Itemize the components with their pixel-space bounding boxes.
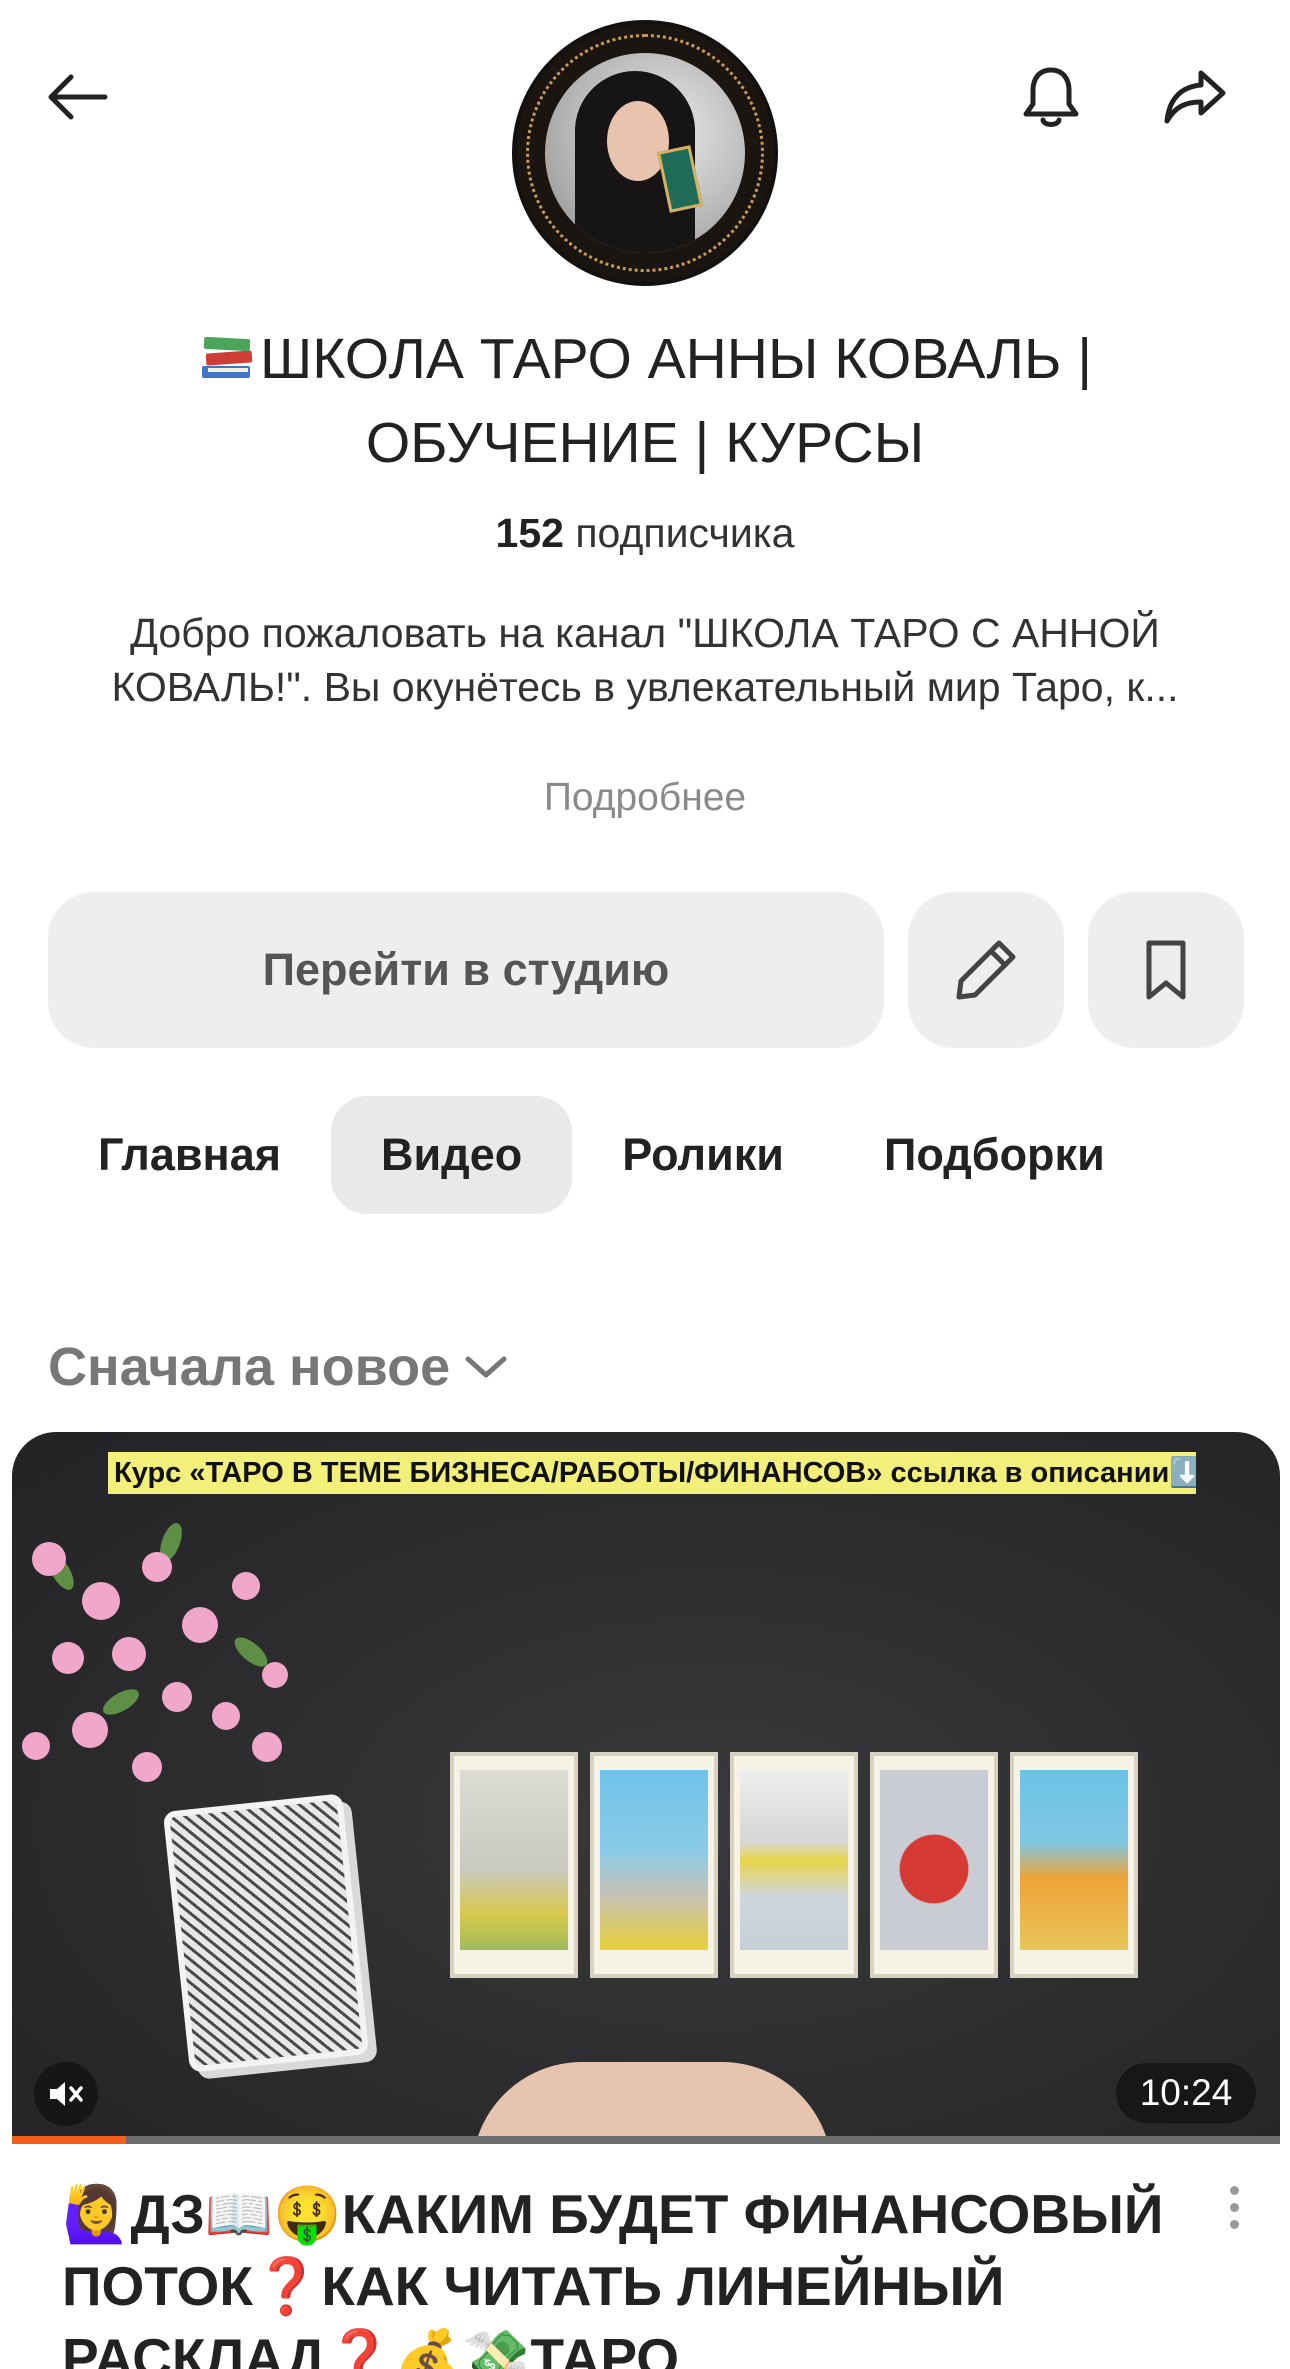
sort-dropdown[interactable]: Сначала новое <box>48 1336 508 1398</box>
tarot-card <box>1010 1752 1138 1978</box>
back-button[interactable] <box>32 52 122 142</box>
tarot-card <box>590 1752 718 1978</box>
chevron-down-icon <box>465 1356 507 1378</box>
mute-button[interactable] <box>34 2062 98 2126</box>
books-emoji-icon <box>198 326 256 404</box>
channel-avatar[interactable] <box>512 20 778 286</box>
video-duration: 10:24 <box>1116 2063 1256 2123</box>
subscriber-number: 152 <box>495 510 564 556</box>
video-card[interactable]: Курс «ТАРО В ТЕМЕ БИЗНЕСА/РАБОТЫ/ФИНАНСО… <box>12 1432 1280 2369</box>
bell-icon <box>1023 67 1079 127</box>
video-title[interactable]: 🙋‍♀️ДЗ📖🤑КАКИМ БУДЕТ ФИНАНСОВЫЙ ПОТОК❓КАК… <box>62 2178 1182 2369</box>
subscriber-label: подписчика <box>563 510 795 556</box>
tab-videos[interactable]: Видео <box>331 1096 573 1214</box>
watch-progress-fill <box>12 2136 127 2144</box>
tab-shorts[interactable]: Ролики <box>572 1096 834 1214</box>
sort-label: Сначала новое <box>48 1337 451 1397</box>
thumbnail-banner: Курс «ТАРО В ТЕМЕ БИЗНЕСА/РАБОТЫ/ФИНАНСО… <box>108 1452 1196 1494</box>
arrow-left-icon <box>48 74 108 120</box>
channel-tabs: Главная Видео Ролики Подборки <box>48 1096 1155 1214</box>
muted-speaker-icon <box>50 2082 83 2106</box>
tarot-card <box>730 1752 858 1978</box>
bookmark-icon <box>1146 940 1186 1000</box>
tab-main[interactable]: Главная <box>48 1096 331 1214</box>
video-menu-button[interactable] <box>1214 2172 1254 2242</box>
tarot-card <box>450 1752 578 1978</box>
hands-image <box>472 2062 832 2144</box>
notifications-button[interactable] <box>1006 52 1096 142</box>
subscriber-count: 152 подписчика <box>0 510 1290 557</box>
watch-progress-bar <box>12 2136 1280 2144</box>
tab-playlists[interactable]: Подборки <box>834 1096 1155 1214</box>
video-thumbnail[interactable]: Курс «ТАРО В ТЕМЕ БИЗНЕСА/РАБОТЫ/ФИНАНСО… <box>12 1432 1280 2144</box>
bookmark-button[interactable] <box>1088 892 1244 1048</box>
share-icon <box>1164 70 1226 124</box>
channel-title-text: ШКОЛА ТАРО АННЫ КОВАЛЬ | ОБУЧЕНИЕ | КУРС… <box>259 327 1093 475</box>
tarot-deck <box>162 1793 370 2073</box>
share-button[interactable] <box>1150 52 1240 142</box>
channel-title: ШКОЛА ТАРО АННЫ КОВАЛЬ | ОБУЧЕНИЕ | КУРС… <box>60 320 1230 482</box>
channel-description[interactable]: Добро пожаловать на канал "ШКОЛА ТАРО С … <box>40 606 1250 714</box>
more-vertical-icon <box>1229 2185 1239 2195</box>
edit-button[interactable] <box>908 892 1064 1048</box>
go-to-studio-button[interactable]: Перейти в студию <box>48 892 884 1048</box>
tarot-card <box>870 1752 998 1978</box>
channel-page: ШКОЛА ТАРО АННЫ КОВАЛЬ | ОБУЧЕНИЕ | КУРС… <box>0 0 1290 2369</box>
more-link[interactable]: Подробнее <box>0 776 1290 820</box>
pencil-icon <box>956 940 1016 1000</box>
